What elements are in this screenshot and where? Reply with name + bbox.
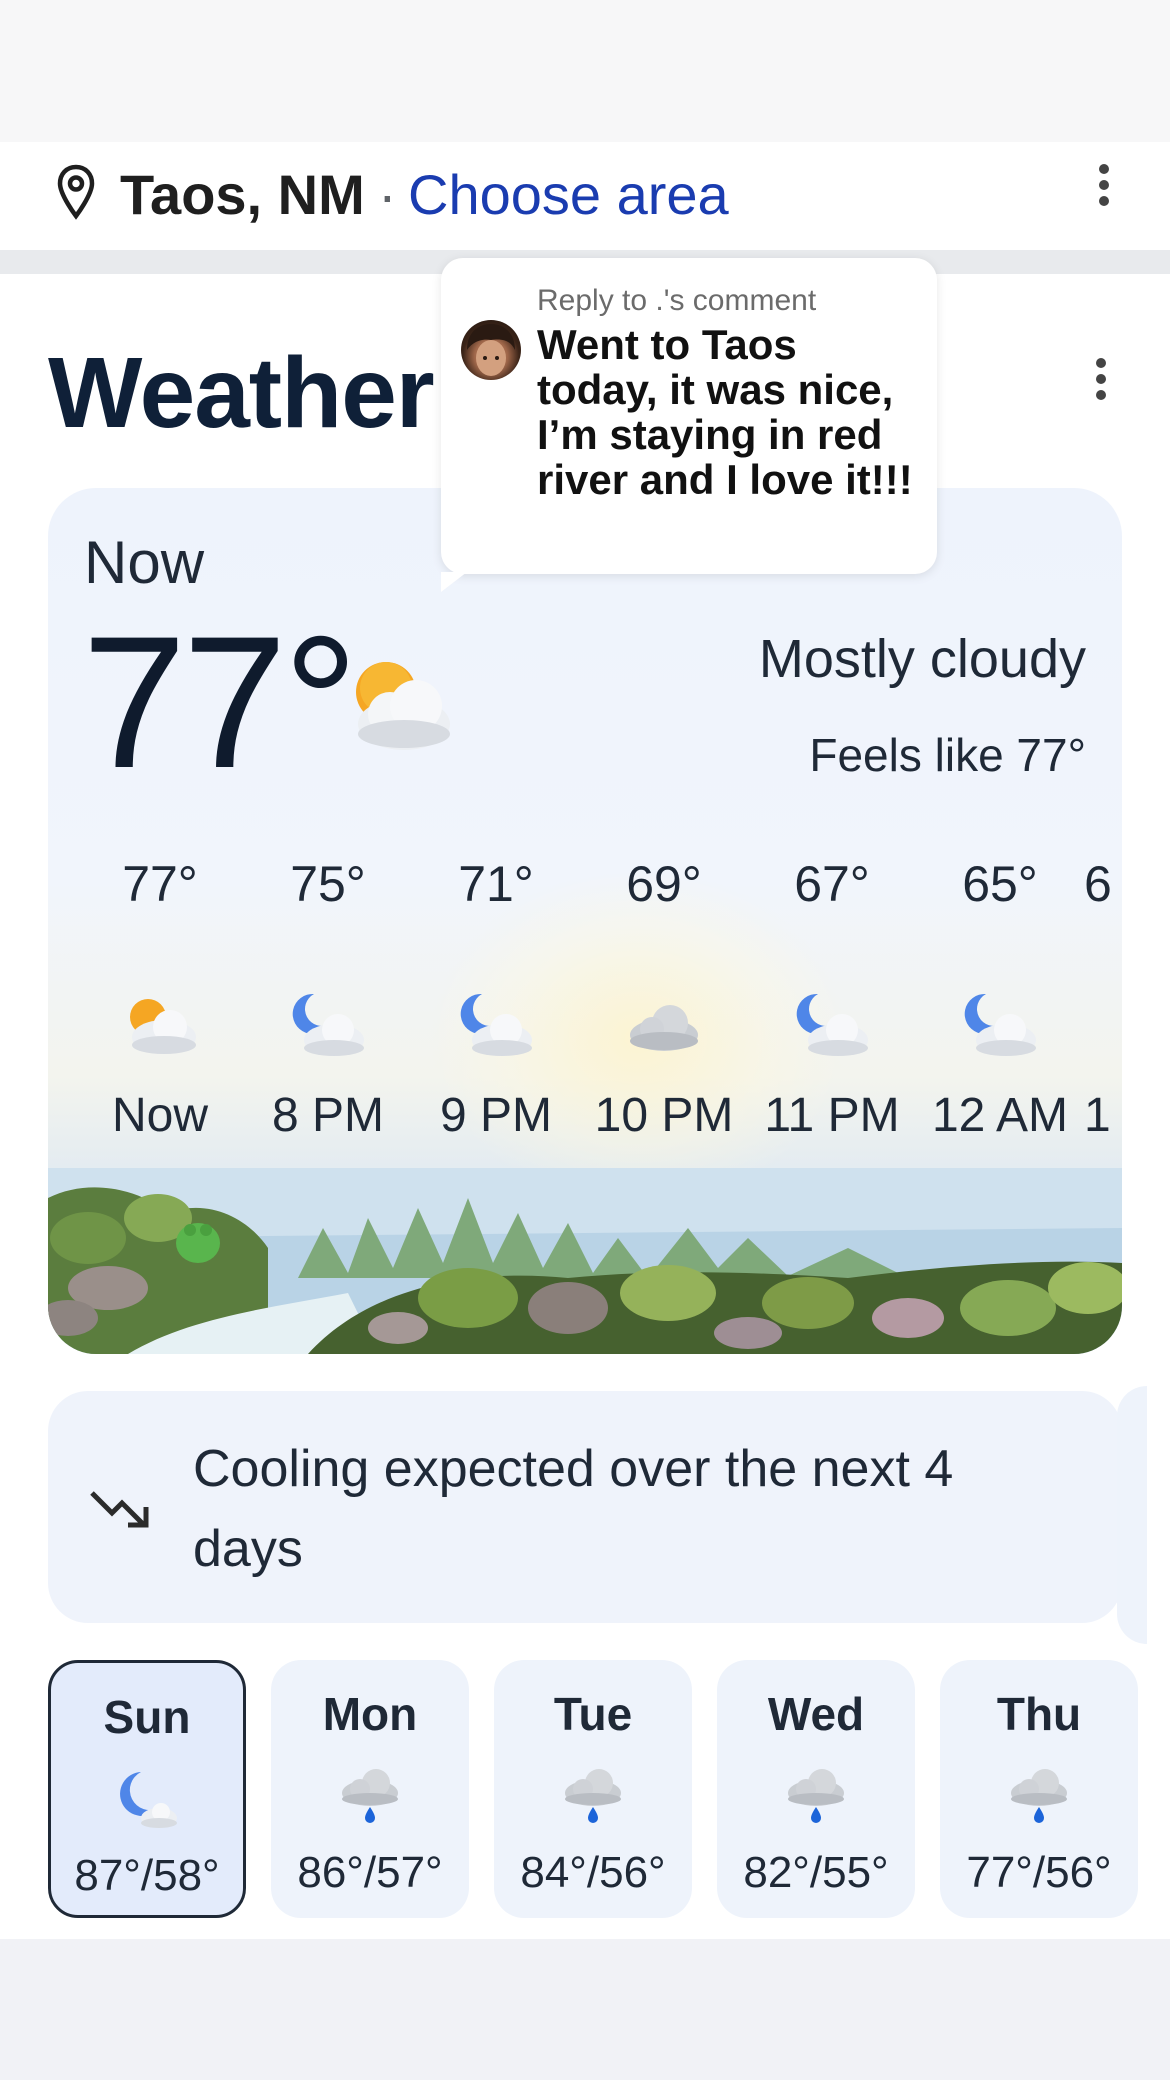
partly-cloudy-day-icon (344, 654, 454, 759)
hourly-forecast[interactable]: 77° Now 75° 8 PM 71° 9 PM 69° 10 PM 67° … (48, 848, 1122, 1168)
rain-icon (271, 1752, 469, 1842)
rain-icon (717, 1752, 915, 1842)
forecast-insight-card[interactable]: Cooling expected over the next 4 days (48, 1391, 1122, 1623)
daily-forecast[interactable]: Sun 87°/58° Mon 86°/57° Tue 84°/56° Wed (48, 1660, 1170, 1920)
location-pin-icon (56, 164, 96, 225)
hourly-time: 10 PM (594, 1089, 734, 1142)
partly-cloudy-night-icon (412, 970, 580, 1080)
now-label: Now (84, 529, 205, 596)
choose-area-link[interactable]: Choose area (408, 162, 729, 227)
day-name: Sun (103, 1691, 191, 1743)
hourly-item[interactable]: 69° 10 PM (580, 848, 748, 1146)
hourly-time: Now (111, 1089, 209, 1142)
partly-cloudy-night-icon (244, 970, 412, 1080)
day-temps: 87°/58° (74, 1851, 220, 1900)
day-name: Wed (767, 1688, 865, 1740)
day-card-sun[interactable]: Sun 87°/58° (48, 1660, 246, 1918)
reply-to-label: Reply to .'s comment (537, 284, 817, 317)
day-card-peek[interactable] (1117, 1386, 1147, 1644)
hourly-temp: 77° (122, 856, 198, 912)
location-separator: · (378, 163, 397, 226)
partly-cloudy-day-icon (76, 970, 244, 1080)
day-temps: 77°/56° (966, 1848, 1112, 1897)
cloudy-icon (580, 970, 748, 1080)
avatar (461, 320, 521, 380)
current-weather-card[interactable]: Now 77° Mostly cloudy Feels like 77° 77°… (48, 488, 1122, 1354)
day-temps: 84°/56° (520, 1848, 666, 1897)
popover-tail (441, 572, 467, 592)
hourly-time: 12 AM (931, 1089, 1069, 1142)
hourly-item[interactable]: 71° 9 PM (412, 848, 580, 1146)
hourly-temp: 65° (962, 856, 1038, 912)
day-temps: 82°/55° (743, 1848, 889, 1897)
more-vert-icon[interactable] (1091, 358, 1111, 406)
partly-cloudy-night-icon (748, 970, 916, 1080)
hourly-time: 11 PM (764, 1089, 900, 1142)
day-card-tue[interactable]: Tue 84°/56° (494, 1660, 692, 1918)
day-temps: 86°/57° (297, 1848, 443, 1897)
day-card-mon[interactable]: Mon 86°/57° (271, 1660, 469, 1918)
rain-icon (940, 1752, 1138, 1842)
hourly-item[interactable]: 75° 8 PM (244, 848, 412, 1146)
hourly-temp: 67° (794, 856, 870, 912)
comment-reply-popover[interactable]: Reply to .'s comment Went to Taos today,… (441, 258, 937, 592)
hourly-item[interactable]: 77° Now (76, 848, 244, 1146)
hourly-temp: 75° (290, 856, 366, 912)
location-bar: Taos, NM · Choose area (0, 142, 1170, 250)
current-temperature: 77° (82, 597, 358, 807)
rain-icon (494, 1752, 692, 1842)
weather-title: Weather (48, 337, 435, 449)
more-vert-icon[interactable] (1094, 164, 1114, 212)
landscape-illustration (48, 1168, 1122, 1354)
feels-like-text: Feels like 77° (809, 729, 1086, 781)
hourly-item[interactable]: 6 1 (1084, 848, 1122, 1146)
day-name: Mon (322, 1688, 418, 1740)
comment-text: Went to Taos today, it was nice, I’m sta… (537, 321, 913, 503)
hourly-time: 1 (1084, 1089, 1111, 1142)
bottom-area (0, 1939, 1170, 2080)
insight-text: Cooling expected over the next 4 days (193, 1440, 954, 1578)
hourly-temp: 6 (1084, 856, 1112, 912)
partly-cloudy-night-icon (51, 1755, 243, 1845)
day-card-thu[interactable]: Thu 77°/56° (940, 1660, 1138, 1918)
hourly-temp: 69° (626, 856, 702, 912)
hourly-time: 9 PM (439, 1089, 553, 1142)
status-area (0, 0, 1170, 142)
day-card-wed[interactable]: Wed 82°/55° (717, 1660, 915, 1918)
day-name: Tue (553, 1688, 633, 1740)
condition-text: Mostly cloudy (758, 629, 1086, 689)
partly-cloudy-night-icon (916, 970, 1084, 1080)
location-name: Taos, NM (120, 163, 365, 226)
hourly-temp: 71° (458, 856, 534, 912)
partly-cloudy-night-icon (1084, 970, 1122, 1080)
day-name: Thu (996, 1688, 1082, 1740)
hourly-time: 8 PM (271, 1089, 385, 1142)
hourly-item[interactable]: 65° 12 AM (916, 848, 1084, 1146)
trending-down-icon (88, 1487, 154, 1538)
hourly-item[interactable]: 67° 11 PM (748, 848, 916, 1146)
